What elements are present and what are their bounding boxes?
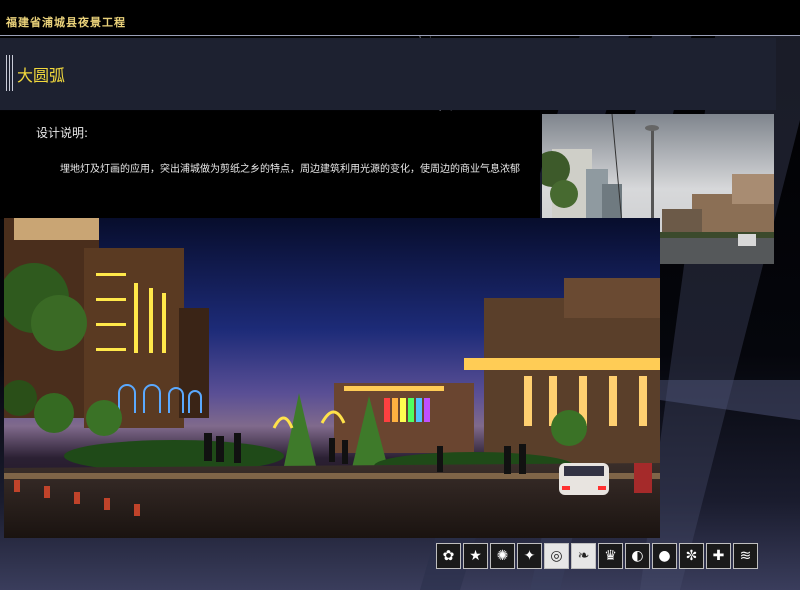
section-band: [0, 38, 776, 110]
header-bar: 福建省浦城县夜景工程: [0, 0, 800, 36]
section-title: 大圆弧: [17, 66, 66, 85]
icon-strip: ✿ ★ ✺ ✦ ◎ ❧ ♛ ◐ ● ✼ ✚ ≋: [436, 543, 786, 569]
slide-page: 福建省浦城县夜景工程 大圆弧 设计说明: 埋地灯及灯画的应用，突出浦城做为剪纸之…: [0, 0, 800, 590]
project-title: 福建省浦城县夜景工程: [6, 16, 126, 29]
description-text: 埋地灯及灯画的应用，突出浦城做为剪纸之乡的特点，周边建筑利用光源的变化，使周边的…: [60, 164, 520, 175]
leaf-icon: ❧: [571, 543, 596, 569]
drop-icon: ●: [652, 543, 677, 569]
section-accent-bars: [6, 55, 14, 91]
half-moon-icon: ◐: [625, 543, 650, 569]
cross-icon: ✚: [706, 543, 731, 569]
star-icon: ★: [463, 543, 488, 569]
night-rendering: [4, 218, 660, 538]
cluster-icon: ✼: [679, 543, 704, 569]
ring-icon: ◎: [544, 543, 569, 569]
crown-icon: ♛: [598, 543, 623, 569]
wave-icon: ≋: [733, 543, 758, 569]
description-heading: 设计说明:: [36, 126, 89, 140]
sparkle-icon: ✦: [517, 543, 542, 569]
sunburst-icon: ✺: [490, 543, 515, 569]
flower-icon: ✿: [436, 543, 461, 569]
